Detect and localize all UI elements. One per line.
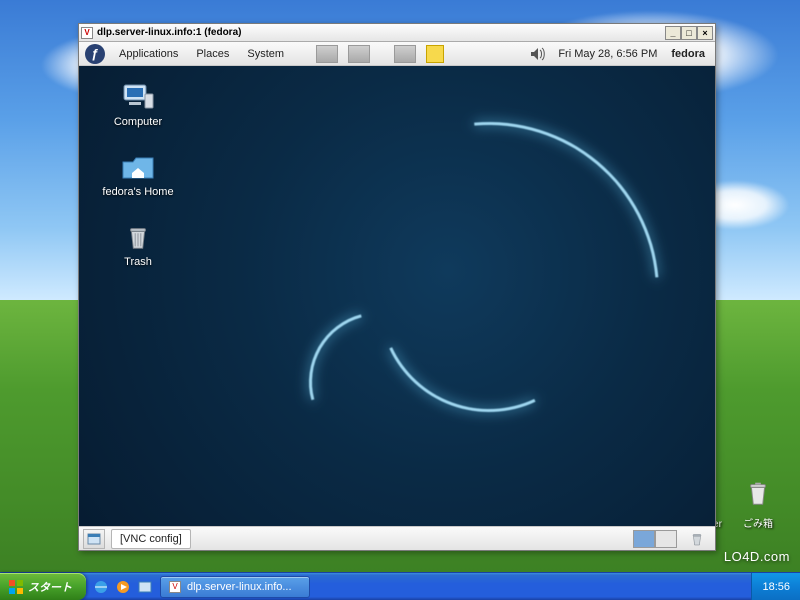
ql-ie-icon[interactable] bbox=[92, 576, 110, 598]
trash-icon bbox=[728, 478, 788, 515]
vnc-title-text: dlp.server-linux.info:1 (fedora) bbox=[97, 27, 241, 38]
maximize-button[interactable]: □ bbox=[681, 26, 697, 40]
xp-system-tray[interactable]: 18:56 bbox=[751, 573, 800, 600]
panel-launcher-2[interactable] bbox=[348, 45, 370, 63]
minimize-button[interactable]: _ bbox=[665, 26, 681, 40]
computer-icon bbox=[121, 82, 155, 112]
xp-quick-launch bbox=[86, 576, 160, 598]
start-label: スタート bbox=[28, 579, 72, 595]
xp-desktop-icon-trash[interactable]: ごみ箱 bbox=[728, 478, 788, 530]
volume-icon[interactable] bbox=[528, 45, 548, 63]
icon-label: Trash bbox=[124, 256, 152, 268]
fedora-logo-icon[interactable]: ƒ bbox=[85, 44, 105, 64]
gnome-icon-computer[interactable]: Computer bbox=[93, 82, 183, 128]
user-menu[interactable]: fedora bbox=[667, 48, 709, 60]
icon-label: fedora's Home bbox=[102, 186, 173, 198]
home-folder-icon bbox=[121, 152, 155, 182]
vnc-window[interactable]: V dlp.server-linux.info:1 (fedora) _ □ ×… bbox=[78, 23, 716, 551]
menu-system[interactable]: System bbox=[243, 46, 288, 62]
workspace-1[interactable] bbox=[633, 530, 655, 548]
watermark-text: LO4D.com bbox=[724, 549, 790, 564]
gnome-desktop[interactable]: ƒ Applications Places System Fri May 28,… bbox=[79, 42, 715, 550]
start-button[interactable]: スタート bbox=[0, 573, 86, 600]
show-desktop-button[interactable] bbox=[83, 529, 105, 549]
ql-media-icon[interactable] bbox=[114, 576, 132, 598]
panel-launcher-1[interactable] bbox=[316, 45, 338, 63]
task-label: [VNC config] bbox=[120, 533, 182, 545]
taskbar-item-vnc-config[interactable]: [VNC config] bbox=[111, 529, 191, 549]
ql-show-desktop-icon[interactable] bbox=[136, 576, 154, 598]
menu-places[interactable]: Places bbox=[192, 46, 233, 62]
vnc-app-icon: V bbox=[81, 27, 93, 39]
panel-launcher-3[interactable] bbox=[394, 45, 416, 63]
gnome-icon-home[interactable]: fedora's Home bbox=[93, 152, 183, 198]
vnc-titlebar[interactable]: V dlp.server-linux.info:1 (fedora) _ □ × bbox=[79, 24, 715, 42]
panel-trash-icon[interactable] bbox=[687, 530, 707, 548]
windows-logo-icon bbox=[8, 579, 24, 595]
gnome-top-panel: ƒ Applications Places System Fri May 28,… bbox=[79, 42, 715, 66]
trash-icon bbox=[123, 222, 153, 252]
workspace-switcher[interactable] bbox=[633, 530, 677, 548]
gnome-bottom-panel: [VNC config] bbox=[79, 526, 715, 550]
task-label: dlp.server-linux.info... bbox=[187, 581, 292, 593]
sticky-notes-icon[interactable] bbox=[426, 45, 444, 63]
icon-label: Computer bbox=[114, 116, 162, 128]
gnome-icon-trash[interactable]: Trash bbox=[93, 222, 183, 268]
workspace-2[interactable] bbox=[655, 530, 677, 548]
tray-clock: 18:56 bbox=[762, 581, 790, 593]
vnc-app-icon: V bbox=[169, 581, 181, 593]
panel-clock[interactable]: Fri May 28, 6:56 PM bbox=[558, 48, 657, 60]
xp-task-button-vnc[interactable]: V dlp.server-linux.info... bbox=[160, 576, 310, 598]
icon-label: ごみ箱 bbox=[743, 519, 773, 530]
xp-taskbar: スタート V dlp.server-linux.info... 18:56 bbox=[0, 572, 800, 600]
menu-applications[interactable]: Applications bbox=[115, 46, 182, 62]
close-button[interactable]: × bbox=[697, 26, 713, 40]
